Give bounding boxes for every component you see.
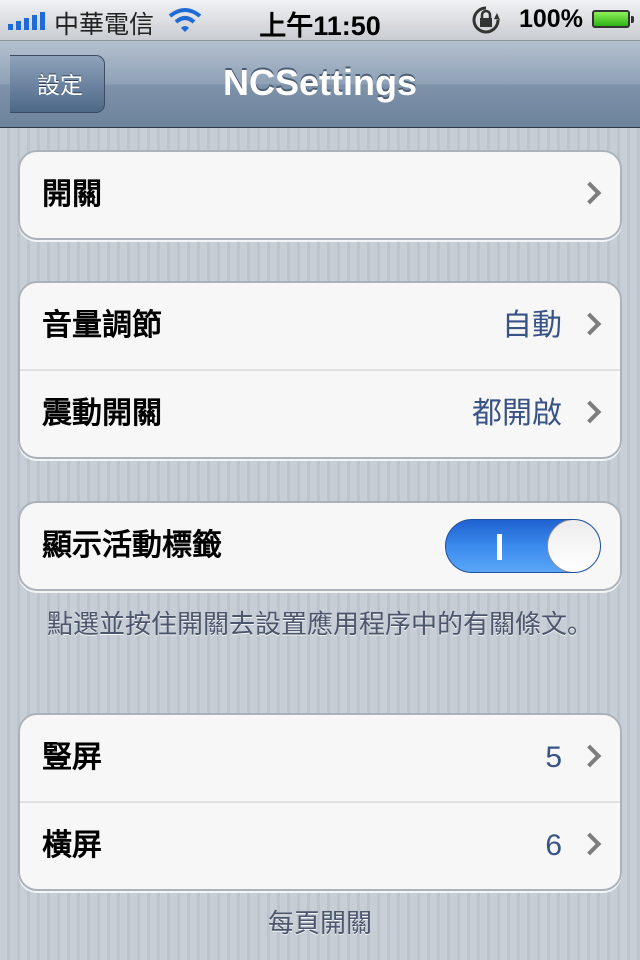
chevron-right-icon: [578, 744, 602, 768]
volume-row[interactable]: 音量調節 自動: [20, 283, 620, 369]
battery-icon: [592, 10, 634, 28]
chevron-right-icon: [578, 832, 602, 856]
portrait-value: 5: [545, 741, 562, 774]
vibrate-value: 都開啟: [472, 397, 562, 430]
chevron-right-icon: [578, 181, 602, 205]
landscape-row[interactable]: 橫屏 6: [20, 801, 620, 889]
sound-group: 音量調節 自動 震動開關 都開啟: [18, 281, 622, 459]
volume-label: 音量調節: [42, 309, 162, 342]
badge-note: 點選並按住開關去設置應用程序中的有關條文。: [46, 609, 593, 639]
portrait-row[interactable]: 豎屏 5: [20, 715, 620, 801]
landscape-value: 6: [545, 829, 562, 862]
rotation-lock-icon: [472, 6, 500, 34]
switches-label: 開關: [42, 178, 102, 211]
toggle-on-mark: [497, 534, 502, 560]
navigation-bar: NCSettings 設定: [0, 41, 640, 128]
volume-value: 自動: [502, 309, 562, 342]
back-button[interactable]: 設定: [10, 55, 105, 113]
per-page-group: 豎屏 5 橫屏 6: [18, 713, 622, 891]
battery-percent: 100%: [519, 5, 583, 33]
status-bar: 中華電信 上午11:50 100%: [0, 0, 640, 41]
vibrate-label: 震動開關: [42, 397, 162, 430]
toggle-knob[interactable]: [547, 520, 600, 572]
badge-label: 顯示活動標籤: [42, 529, 222, 562]
badge-toggle[interactable]: [445, 519, 601, 573]
badge-group: 顯示活動標籤: [18, 501, 622, 591]
per-page-footer: 每頁開關: [267, 908, 372, 938]
switches-row[interactable]: 開關: [20, 152, 620, 238]
landscape-label: 橫屏: [42, 829, 102, 862]
switches-group: 開關: [18, 150, 622, 240]
vibrate-row[interactable]: 震動開關 都開啟: [20, 369, 620, 457]
chevron-right-icon: [578, 400, 602, 424]
portrait-label: 豎屏: [42, 741, 102, 774]
chevron-right-icon: [578, 312, 602, 336]
badge-row: 顯示活動標籤: [20, 503, 620, 589]
